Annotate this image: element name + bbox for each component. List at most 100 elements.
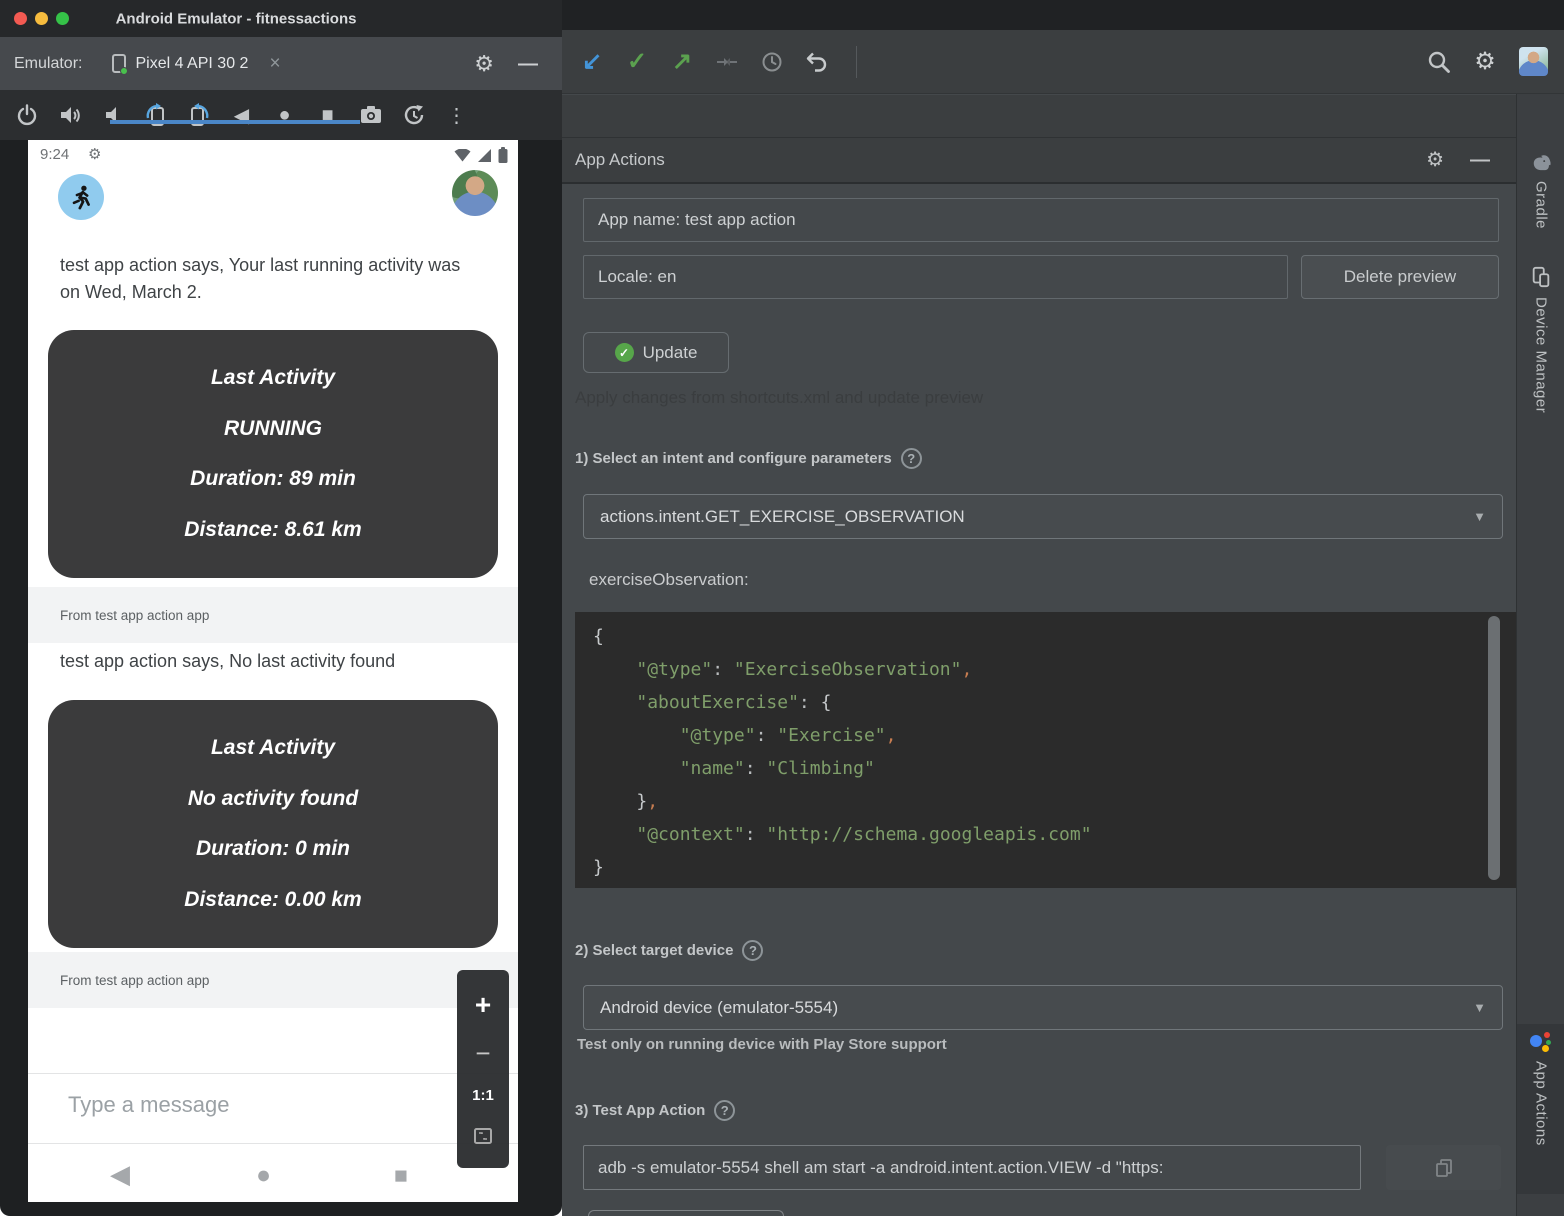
locale-field[interactable]: Locale: en bbox=[583, 255, 1288, 299]
user-avatar bbox=[452, 170, 498, 216]
overview-icon[interactable]: ■ bbox=[314, 102, 341, 129]
emulator-zoom-panel: + − 1:1 bbox=[457, 970, 509, 1168]
from-app-caption-1: From test app action app bbox=[28, 587, 518, 643]
fitness-bot-avatar bbox=[58, 174, 104, 220]
volume-down-icon[interactable] bbox=[99, 102, 126, 129]
emulator-label: Emulator: bbox=[14, 55, 82, 73]
input-divider-top bbox=[28, 1073, 518, 1074]
wifi-icon bbox=[454, 149, 471, 162]
screenshot-camera-icon[interactable] bbox=[357, 102, 384, 129]
activity-card-running: Last Activity RUNNING Duration: 89 min D… bbox=[48, 330, 498, 578]
emulator-titlebar: Android Emulator - fitnessactions bbox=[0, 0, 562, 37]
device-manager-icon bbox=[1530, 266, 1552, 288]
bot-message-2: test app action says, No last activity f… bbox=[60, 648, 484, 675]
help-icon[interactable]: ? bbox=[714, 1100, 735, 1121]
help-icon[interactable]: ? bbox=[901, 448, 922, 469]
code-scrollbar[interactable] bbox=[1488, 616, 1500, 880]
tool-tab-gradle[interactable]: Gradle bbox=[1517, 146, 1564, 256]
app-actions-panel-header: App Actions ⚙ — bbox=[562, 138, 1516, 184]
adb-command-field[interactable]: adb -s emulator-5554 shell am start -a a… bbox=[583, 1145, 1361, 1190]
android-nav-back-button[interactable]: ◀ bbox=[110, 1159, 130, 1190]
close-window-button[interactable] bbox=[14, 12, 27, 25]
update-button[interactable]: ✓ Update bbox=[583, 332, 729, 373]
section-2-header: 2) Select target device ? bbox=[575, 940, 763, 961]
rotate-left-icon[interactable] bbox=[142, 102, 169, 129]
bot-message-1: test app action says, Your last running … bbox=[60, 252, 484, 306]
device-tab-label: Pixel 4 API 30 2 bbox=[135, 55, 248, 73]
card-distance: Distance: 8.61 km bbox=[48, 518, 498, 542]
device-note: Test only on running device with Play St… bbox=[577, 1036, 947, 1053]
emulator-window: Android Emulator - fitnessactions Emulat… bbox=[0, 0, 562, 1216]
home-icon[interactable]: ● bbox=[271, 102, 298, 129]
delete-preview-button[interactable]: Delete preview bbox=[1301, 255, 1499, 299]
update-project-icon[interactable]: ↙ bbox=[578, 48, 606, 76]
emulator-tab-bar: Emulator: Pixel 4 API 30 2 × ⚙ — bbox=[0, 37, 562, 90]
section-3-header: 3) Test App Action ? bbox=[575, 1100, 735, 1121]
back-icon[interactable]: ◀ bbox=[228, 102, 255, 129]
more-kebab-icon[interactable]: ⋮ bbox=[443, 102, 470, 129]
dimmed-hint-text: Apply changes from shortcuts.xml and upd… bbox=[575, 388, 983, 408]
studio-main-toolbar: ↙ ✓ ↗ ⚙ bbox=[562, 30, 1564, 94]
emulator-settings-gear-icon[interactable]: ⚙ bbox=[474, 53, 494, 75]
studio-navigation-bar bbox=[562, 95, 1516, 138]
intent-dropdown[interactable]: actions.intent.GET_EXERCISE_OBSERVATION … bbox=[583, 494, 1503, 539]
card-title: Last Activity bbox=[48, 366, 498, 390]
zoom-window-button[interactable] bbox=[56, 12, 69, 25]
copy-icon bbox=[1434, 1158, 1454, 1178]
message-input[interactable]: Type a message bbox=[68, 1092, 229, 1118]
emulator-window-title: Android Emulator - fitnessactions bbox=[116, 10, 357, 27]
device-tab-pixel4[interactable]: Pixel 4 API 30 2 × bbox=[112, 37, 280, 90]
emulator-minimize-icon[interactable]: — bbox=[518, 54, 538, 74]
toolbar-separator bbox=[856, 46, 857, 78]
status-time: 9:24 bbox=[40, 146, 69, 163]
rotate-right-icon[interactable] bbox=[185, 102, 212, 129]
from-app-caption-2: From test app action app bbox=[28, 952, 518, 1008]
rollback-icon[interactable] bbox=[803, 48, 831, 76]
chevron-down-icon: ▼ bbox=[1473, 509, 1486, 524]
actual-size-button[interactable]: 1:1 bbox=[472, 1087, 494, 1104]
panel-minimize-icon[interactable]: — bbox=[1470, 150, 1490, 170]
target-device-dropdown[interactable]: Android device (emulator-5554) ▼ bbox=[583, 985, 1503, 1030]
recent-history-icon[interactable] bbox=[758, 48, 786, 76]
desktop-background-strip bbox=[0, 1216, 1564, 1228]
zoom-in-button[interactable]: + bbox=[475, 991, 491, 1019]
status-gear-icon: ⚙ bbox=[88, 145, 101, 163]
search-icon[interactable] bbox=[1425, 48, 1453, 76]
input-divider-bottom bbox=[28, 1143, 518, 1144]
volume-up-icon[interactable] bbox=[56, 102, 83, 129]
runner-icon bbox=[67, 183, 95, 211]
panel-settings-gear-icon[interactable]: ⚙ bbox=[1426, 150, 1444, 170]
snapshot-restore-icon[interactable] bbox=[400, 102, 427, 129]
push-icon[interactable]: ↗ bbox=[668, 48, 696, 76]
card-duration: Duration: 89 min bbox=[48, 467, 498, 491]
intent-parameter-code[interactable]: { "@type": "ExerciseObservation", "about… bbox=[575, 612, 1516, 888]
merge-icon[interactable] bbox=[713, 48, 741, 76]
panel-title: App Actions bbox=[562, 150, 665, 170]
phone-status-bar: 9:24 ⚙ bbox=[28, 140, 518, 172]
zoom-out-button[interactable]: − bbox=[475, 1040, 490, 1066]
chevron-down-icon: ▼ bbox=[1473, 1000, 1486, 1015]
app-name-field[interactable]: App name: test app action bbox=[583, 198, 1499, 242]
card-activity: RUNNING bbox=[48, 417, 498, 441]
card-activity: No activity found bbox=[48, 787, 498, 811]
profile-avatar[interactable] bbox=[1519, 47, 1548, 76]
target-device-value: Android device (emulator-5554) bbox=[600, 998, 838, 1018]
power-icon[interactable] bbox=[13, 102, 40, 129]
commit-icon[interactable]: ✓ bbox=[623, 48, 651, 76]
card-distance: Distance: 0.00 km bbox=[48, 888, 498, 912]
android-nav-overview-button[interactable]: ■ bbox=[394, 1162, 408, 1189]
active-tab-underline bbox=[110, 120, 360, 124]
help-icon[interactable]: ? bbox=[742, 940, 763, 961]
fit-to-window-icon[interactable] bbox=[472, 1125, 494, 1147]
android-nav-home-button[interactable]: ● bbox=[256, 1161, 271, 1190]
copy-command-button[interactable] bbox=[1386, 1145, 1501, 1190]
parameter-label: exerciseObservation: bbox=[589, 570, 749, 590]
tool-tab-device-manager[interactable]: Device Manager bbox=[1517, 260, 1564, 440]
android-studio-window: ↙ ✓ ↗ ⚙ App Actions ⚙ — bbox=[562, 0, 1564, 1216]
studio-settings-gear-icon[interactable]: ⚙ bbox=[1471, 48, 1499, 76]
cell-signal-icon bbox=[477, 149, 492, 162]
close-tab-icon[interactable]: × bbox=[269, 53, 280, 75]
minimize-window-button[interactable] bbox=[35, 12, 48, 25]
assistant-dots-icon bbox=[1530, 1030, 1552, 1052]
tool-tab-app-actions[interactable]: App Actions bbox=[1517, 1024, 1564, 1194]
